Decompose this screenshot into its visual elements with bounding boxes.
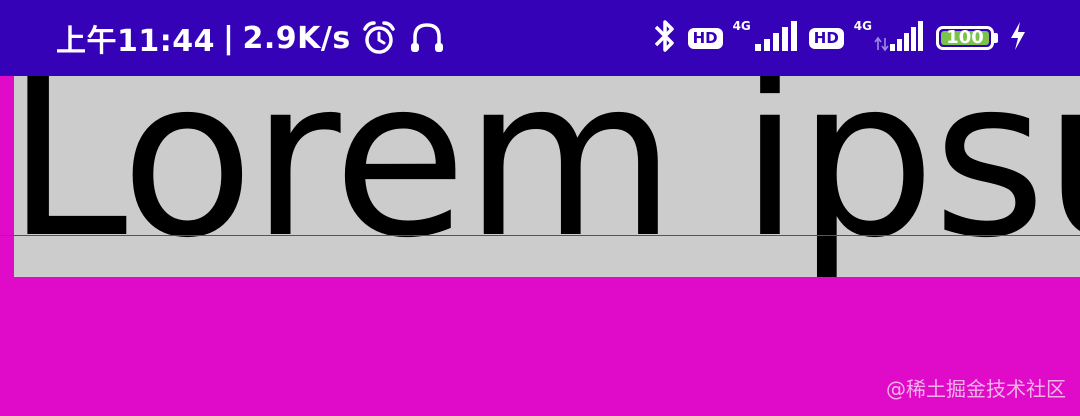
network-type: 4G [853,19,872,33]
network-type: 4G [732,19,751,33]
alarm-clock-icon [359,18,399,58]
signal-bars-icon [753,20,799,56]
status-left: 上午11:44 | 2.9K/s [56,0,447,76]
bluetooth-icon [652,17,678,59]
net-speed: 2.9K/s [242,20,351,56]
status-time: 上午11:44 [56,24,215,59]
status-right: HD 4G HD 4G 100 [652,0,1028,76]
watermark: @稀土掘金技术社区 [886,377,1066,401]
charging-bolt-icon [1008,20,1028,56]
signal-bars-icon [874,20,926,56]
battery-icon: 100 [936,26,994,50]
battery-cap [994,33,998,43]
baseline-line [0,235,1080,236]
hd-badge: HD [687,27,723,49]
status-bar: 上午11:44 | 2.9K/s HD 4G HD 4G 100 [0,0,1080,76]
lorem-text: Lorem ipsum [14,76,1080,277]
status-separator: | [223,20,235,56]
text-view: Lorem ipsum [14,76,1080,277]
battery-level: 100 [946,27,984,48]
headphone-icon [407,18,447,58]
hd-badge: HD [808,27,844,49]
